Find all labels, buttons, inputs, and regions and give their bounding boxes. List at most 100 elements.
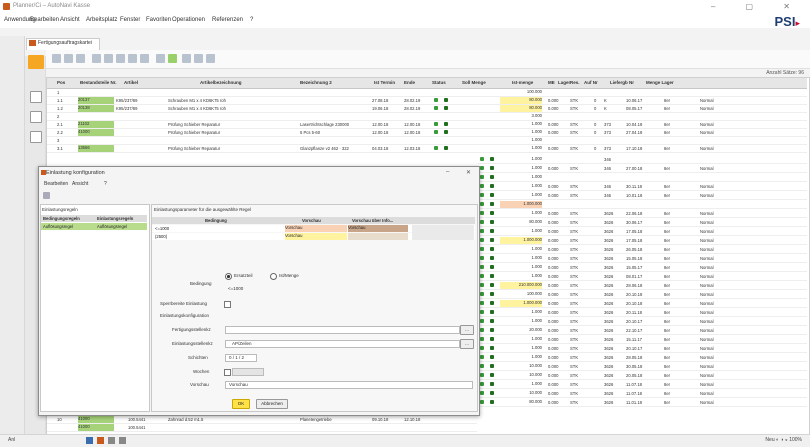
grid-col-header[interactable]: Ende xyxy=(404,80,415,85)
cell-end: 12.00.18 xyxy=(404,130,421,135)
menu-item[interactable]: ? xyxy=(250,17,253,23)
cell-delivery: 8er xyxy=(664,355,671,360)
cell-delivery: 8er xyxy=(664,373,671,378)
ok-button[interactable]: OK xyxy=(232,399,250,409)
grid-col-header[interactable]: Pos xyxy=(57,80,65,85)
grid-col-header[interactable]: Res. xyxy=(570,80,580,85)
status-icon-1[interactable] xyxy=(86,437,93,444)
menu-item[interactable]: Favoriten xyxy=(146,17,171,23)
dialog-minimize-button[interactable]: – xyxy=(446,169,449,175)
toolbar-filter-icon[interactable] xyxy=(128,54,137,63)
cell-stock-qty: Normal xyxy=(700,355,714,360)
rules-col-condition[interactable]: Bedingungsregeln xyxy=(43,216,80,221)
table-row[interactable] xyxy=(47,145,807,153)
toolbar-copy-icon[interactable] xyxy=(104,54,113,63)
grid-col-header[interactable]: Menge Lager xyxy=(646,80,674,85)
toolbar-search-icon[interactable] xyxy=(156,54,165,63)
dialog-menu-item[interactable]: ? xyxy=(104,181,107,187)
preview-field[interactable] xyxy=(225,381,473,389)
loading-station-field[interactable] xyxy=(225,340,460,348)
params-col-preview[interactable]: Vorschau xyxy=(302,218,321,223)
weeks-checkbox[interactable] xyxy=(224,369,231,376)
dialog-menu-item[interactable]: Ansicht xyxy=(72,181,88,187)
toolbar-help-icon[interactable] xyxy=(206,54,215,63)
nav-list-icon[interactable] xyxy=(30,111,42,123)
table-row[interactable] xyxy=(47,129,807,137)
dialog-close-button[interactable]: ✕ xyxy=(466,169,471,176)
status-dark-icon xyxy=(490,184,494,188)
brand-logo: PSI▸ xyxy=(774,14,801,29)
toolbar-new-icon[interactable] xyxy=(52,54,61,63)
status-icon-4[interactable] xyxy=(119,437,126,444)
loading-station-browse-button[interactable]: … xyxy=(460,339,474,349)
cancel-button[interactable]: Abbrechen xyxy=(256,399,288,409)
table-row[interactable] xyxy=(47,105,807,113)
grid-col-header[interactable]: Ist Termin xyxy=(374,80,395,85)
dialog-toolbar-icon[interactable] xyxy=(43,192,50,199)
table-row[interactable] xyxy=(47,137,807,145)
toolbar-print-icon[interactable] xyxy=(92,54,101,63)
cell-res: 3626 xyxy=(604,247,614,252)
cell-article: 100.5441 xyxy=(128,417,146,422)
dialog-menu-item[interactable]: Bearbeiten xyxy=(44,181,68,187)
menu-item[interactable]: Referenzen xyxy=(212,17,243,23)
cell-res: 3626 xyxy=(604,373,614,378)
status-icon-2[interactable] xyxy=(97,437,104,444)
table-row[interactable] xyxy=(47,97,807,105)
grid-col-header[interactable]: Status xyxy=(432,80,446,85)
production-station-field[interactable] xyxy=(225,326,460,334)
toolbar-refresh-icon[interactable] xyxy=(168,54,177,63)
locked-loading-checkbox[interactable] xyxy=(224,301,231,308)
grid-col-header[interactable]: Lager xyxy=(558,80,570,85)
toolbar-open-icon[interactable] xyxy=(64,54,73,63)
radio-quantity[interactable] xyxy=(270,273,277,280)
table-row[interactable] xyxy=(47,121,807,129)
table-row[interactable] xyxy=(47,89,807,97)
cell-target-qty: 1.000 xyxy=(531,309,542,314)
menu-item[interactable]: Bearbeiten xyxy=(30,17,59,23)
rules-col-loading[interactable]: Einlastungsregeln xyxy=(97,216,133,221)
toolbar-sort-icon[interactable] xyxy=(140,54,149,63)
condition-value[interactable]: <=1000 xyxy=(228,286,243,291)
status-green-icon xyxy=(480,391,484,395)
production-station-browse-button[interactable]: … xyxy=(460,325,474,335)
table-row[interactable] xyxy=(47,113,807,121)
menu-item[interactable]: Operationen xyxy=(172,17,205,23)
grid-col-header[interactable]: Artikel xyxy=(124,80,138,85)
cell-stock-qty: Normal xyxy=(700,337,714,342)
grid-col-header[interactable]: Ist-menge xyxy=(512,80,533,85)
toolbar-save-icon[interactable] xyxy=(76,54,85,63)
weeks-field[interactable] xyxy=(232,368,264,376)
status-dark-icon xyxy=(490,301,494,305)
cell-stock-qty: Normal xyxy=(700,146,714,151)
grid-col-header[interactable]: Bezeichnung 2 xyxy=(300,80,332,85)
grid-col-header[interactable]: ME xyxy=(548,80,555,85)
cell-delivery: 8er xyxy=(664,265,671,270)
cell-pos: 3 xyxy=(57,138,60,143)
grid-col-header[interactable]: Soll Menge xyxy=(462,80,486,85)
cell-stock-qty: Normal xyxy=(700,193,714,198)
menu-item[interactable]: Arbeitsplatz xyxy=(86,17,117,23)
cell-unit: STK xyxy=(570,106,579,111)
grid-col-header[interactable]: Bestandsteile Nr. xyxy=(80,80,117,85)
nav-grid-icon[interactable] xyxy=(30,131,42,143)
grid-col-header[interactable]: Liefergb Nr xyxy=(610,80,634,85)
menu-item[interactable]: Ansicht xyxy=(60,17,80,23)
nav-home-icon[interactable] xyxy=(30,91,42,103)
cell-actual-qty: 0.000 xyxy=(548,130,559,135)
params-col-preview-info[interactable]: Vorschau über Info... xyxy=(352,218,393,223)
toolbar-export-icon[interactable] xyxy=(182,54,191,63)
flag-icon[interactable] xyxy=(28,55,44,69)
cell-actual-qty: 0.000 xyxy=(548,229,559,234)
radio-spare-part[interactable] xyxy=(225,273,232,280)
toolbar-paste-icon[interactable] xyxy=(116,54,125,63)
toolbar-settings-icon[interactable] xyxy=(194,54,203,63)
status-icon-3[interactable] xyxy=(108,437,115,444)
window-controls[interactable]: – ▢ ✕ xyxy=(711,2,804,11)
cell-delivery: 8er xyxy=(664,310,671,315)
grid-col-header[interactable]: Artikelbezeichnung xyxy=(200,80,242,85)
cell-stock: 0 xyxy=(594,98,597,103)
grid-col-header[interactable]: Auf Nr xyxy=(584,80,598,85)
menu-item[interactable]: Fenster xyxy=(120,17,140,23)
params-col-condition[interactable]: Bedingung xyxy=(205,218,227,223)
